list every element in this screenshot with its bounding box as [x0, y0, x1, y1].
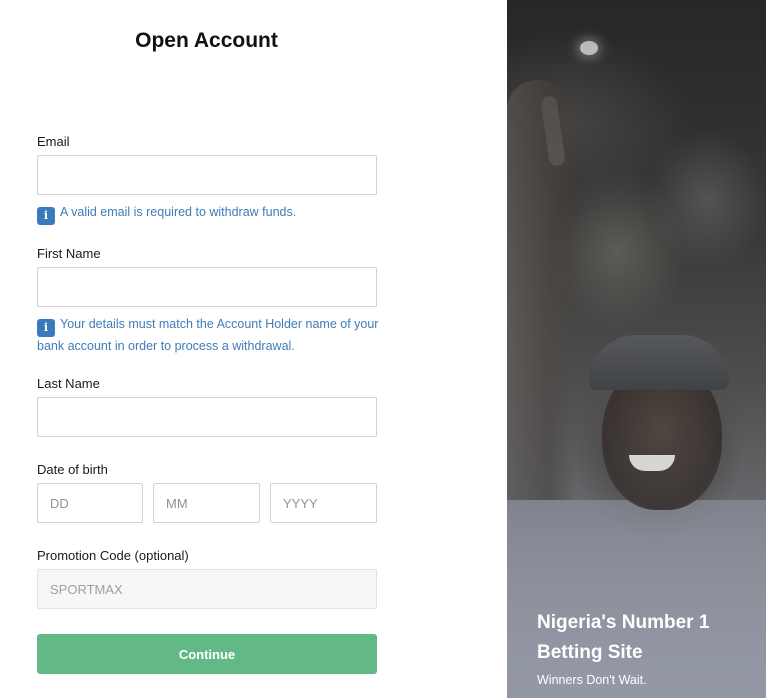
email-hint-text: A valid email is required to withdraw fu…	[60, 205, 297, 219]
info-icon: i	[37, 319, 55, 337]
email-hint: i A valid email is required to withdraw f…	[37, 203, 382, 225]
first-name-hint-text: Your details must match the Account Hold…	[37, 317, 379, 353]
promo-tagline: Winners Don't Wait.	[537, 673, 647, 687]
promo-image-panel: Nigeria's Number 1 Betting Site Winners …	[507, 0, 766, 698]
email-input[interactable]	[37, 155, 377, 195]
first-name-label: First Name	[37, 246, 101, 261]
signup-form-panel: Open Account Email i A valid email is req…	[0, 0, 507, 698]
email-label: Email	[37, 134, 70, 149]
promo-code-label: Promotion Code (optional)	[37, 548, 189, 563]
page-title: Open Account	[135, 29, 278, 52]
first-name-input[interactable]	[37, 267, 377, 307]
dob-day-input[interactable]	[37, 483, 143, 523]
promo-headline: Nigeria's Number 1 Betting Site	[537, 612, 710, 663]
first-name-hint: i Your details must match the Account Hol…	[37, 315, 382, 355]
continue-button[interactable]: Continue	[37, 634, 377, 674]
dob-label: Date of birth	[37, 462, 108, 477]
last-name-label: Last Name	[37, 376, 100, 391]
info-icon: i	[37, 207, 55, 225]
image-overlay	[507, 0, 766, 698]
dob-year-input[interactable]	[270, 483, 377, 523]
dob-month-input[interactable]	[153, 483, 260, 523]
promo-code-input	[37, 569, 377, 609]
last-name-input[interactable]	[37, 397, 377, 437]
